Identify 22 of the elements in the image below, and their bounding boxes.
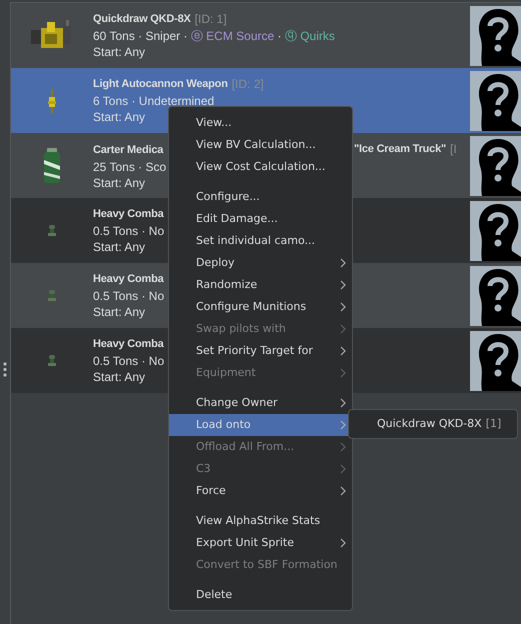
unit-start: Start: Any [93,240,146,254]
unit-details: 6 Tons · Undetermined [93,94,214,108]
unit-name: Heavy Comba [93,207,164,222]
unit-start: Start: Any [93,45,146,59]
unit-details: 0.5 Tons · No [93,354,164,368]
unit-start: Start: Any [93,176,146,190]
unit-details: 60 Tons · Sniper · ⓔ ECM Source · ⓠ Quirks [93,28,335,42]
unit-name: Light Autocannon Weapon [93,77,228,92]
unit-details: 25 Tons · Sco [93,160,166,174]
unit-name: Quickdraw QKD-8X [93,12,191,27]
unit-name: Carter Medica [93,144,164,156]
unit-start: Start: Any [93,370,146,384]
unit-name: Heavy Comba [93,337,164,352]
unit-name: "Ice Cream Truck" [354,142,446,157]
unit-details: 0.5 Tons · No [93,224,164,238]
unit-start: Start: Any [93,110,146,124]
unit-id: [ID: 1] [194,11,227,28]
unit-id: [ID: 2] [232,76,264,92]
unit-details: 0.5 Tons · No [93,288,164,302]
unit-name: Heavy Comba [93,272,164,287]
unit-start: Start: Any [93,305,146,319]
unit-id: [I [450,141,457,158]
